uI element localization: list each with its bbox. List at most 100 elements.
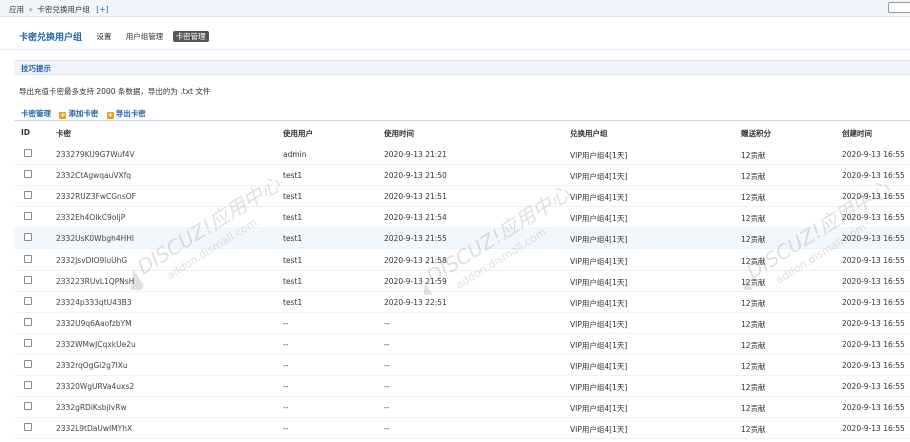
top-search-input[interactable] (888, 2, 910, 13)
table-row: 2332RUZ3FwCGnsOF test1 2020-9-13 21:51 VIP用… (14, 185, 910, 208)
table-row: 2332CtAgwqauVXfq test1 2020-9-13 21:50 VIP用… (14, 164, 910, 187)
bonus-points: 12贡献 (741, 151, 766, 160)
table-header: ID 卡密 使用用户 使用时间 兑换用户组 赠送积分 创建时间 (0, 121, 910, 143)
card-code: 23324p333qtU43B3 (56, 297, 132, 307)
usergroup: VIP用户组4[1天] (570, 235, 628, 245)
row-checkbox[interactable] (24, 338, 32, 347)
created-time: 2020-9-13 16:55 (842, 234, 905, 244)
created-time: 2020-9-13 16:55 (842, 297, 905, 307)
used-by-user: test1 (283, 234, 303, 244)
card-code: 2332RUZ3FwCGnsOF (56, 192, 136, 202)
bonus-points: 12贡献 (741, 319, 766, 329)
section-title: 卡密管理 (21, 109, 51, 118)
row-checkbox[interactable] (24, 317, 32, 326)
usergroup: VIP用户组4[1天] (570, 214, 628, 224)
header-code: 卡密 (56, 129, 71, 138)
tips-title: 技巧提示 (21, 64, 51, 73)
used-time: -- (384, 318, 390, 328)
add-to-favorites-link[interactable]: [+] (96, 5, 108, 14)
card-code: 233223RUvL1QPNsH (56, 276, 135, 286)
usergroup: VIP用户组4[1天] (570, 319, 628, 329)
bonus-points: 12贡献 (741, 277, 766, 287)
row-checkbox[interactable] (24, 275, 32, 284)
add-card-button[interactable]: + 添加卡密 (59, 109, 99, 119)
plus-icon: + (106, 111, 114, 119)
used-by-user: -- (283, 339, 289, 349)
table-row: 2332U9q6AaofzbYM -- -- VIP用户组4[1天] 12贡献 2020-… (14, 312, 910, 334)
header-user: 使用用户 (283, 129, 313, 138)
used-time: -- (384, 403, 390, 413)
created-time: 2020-9-13 16:55 (842, 403, 905, 413)
header-points: 赠送积分 (741, 129, 771, 138)
created-time: 2020-9-13 16:55 (842, 318, 905, 328)
page-header: 卡密兑换用户组 设置 用户组管理 卡密管理 (19, 30, 209, 44)
card-code: 2332gRDiKsbjIvRw (56, 403, 127, 413)
breadcrumb: 应用 » 卡密兑换用户组 [+] (9, 4, 108, 15)
created-time: 2020-9-13 16:55 (842, 192, 905, 202)
table-row: 2332L9tDaUwIMYhX -- -- VIP用户组4[1天] 12贡献 2020-… (14, 417, 910, 440)
row-checkbox[interactable] (24, 233, 32, 242)
header-id: ID (21, 128, 31, 137)
usergroup: VIP用户组4[1天] (570, 256, 628, 266)
created-time: 2020-9-13 16:55 (842, 255, 905, 265)
used-time: 2020-9-13 21:55 (384, 234, 447, 244)
usergroup: VIP用户组4[1天] (570, 151, 628, 160)
bonus-points: 12贡献 (741, 383, 766, 393)
used-by-user: -- (283, 403, 289, 413)
usergroup: VIP用户组4[1天] (570, 277, 628, 287)
used-time: -- (384, 424, 390, 434)
usergroup: VIP用户组4[1天] (570, 425, 628, 435)
used-by-user: test1 (283, 192, 303, 202)
add-card-label: 添加卡密 (68, 109, 99, 118)
used-time: 2020-9-13 22:51 (384, 297, 447, 307)
nav-usergroup-manage[interactable]: 用户组管理 (126, 32, 164, 41)
used-by-user: admin (283, 150, 307, 159)
used-by-user: -- (283, 361, 289, 370)
row-checkbox[interactable] (24, 360, 32, 368)
row-checkbox[interactable] (24, 296, 32, 305)
nav-card-manage[interactable]: 卡密管理 (172, 31, 209, 42)
section-header: 卡密管理 + 添加卡密 + 导出卡密 (21, 108, 146, 119)
card-code: 2332L9tDaUwIMYhX (56, 424, 133, 434)
used-time: 2020-9-13 21:58 (384, 255, 447, 265)
used-by-user: test1 (283, 297, 303, 307)
used-time: 2020-9-13 21:51 (384, 192, 447, 202)
used-by-user: test1 (283, 276, 303, 286)
used-by-user: -- (283, 382, 289, 392)
card-code: 2332JsvDIO9luUhG (56, 255, 128, 265)
row-checkbox[interactable] (24, 254, 32, 263)
used-time: -- (384, 361, 390, 370)
table-row: 23324p333qtU43B3 test1 2020-9-13 22:51 VIP用… (14, 291, 910, 313)
row-checkbox[interactable] (24, 170, 32, 179)
usergroup: VIP用户组4[1天] (570, 193, 628, 203)
header-group: 兑换用户组 (570, 129, 608, 138)
card-code: 2332CtAgwqauVXfq (56, 171, 132, 181)
breadcrumb-current: 卡密兑换用户组 (37, 5, 90, 14)
table-row: 233223RUvL1QPNsH test1 2020-9-13 21:59 VIP用… (14, 270, 910, 292)
bonus-points: 12贡献 (741, 193, 766, 203)
table-row: 2332gRDiKsbjIvRw -- -- VIP用户组4[1天] 12贡献 2020-… (14, 396, 910, 419)
table-row: 2332Eh4OIkC9oIjP test1 2020-9-13 21:54 VIP用… (14, 206, 910, 229)
bonus-points: 12贡献 (741, 214, 766, 224)
row-checkbox[interactable] (24, 381, 32, 390)
row-checkbox[interactable] (24, 402, 32, 411)
breadcrumb-separator: » (28, 5, 33, 14)
row-checkbox[interactable] (24, 212, 32, 221)
used-time: 2020-9-13 21:50 (384, 171, 447, 181)
nav-settings[interactable]: 设置 (96, 32, 111, 41)
table-row: 23320WgURVa4uxs2 -- -- VIP用户组4[1天] 12贡献 2020-… (14, 375, 910, 398)
usergroup: VIP用户组4[1天] (570, 404, 628, 414)
table-row: 233279KU9G7Wuf4V admin 2020-9-13 21:21 VIP用… (14, 143, 910, 165)
row-checkbox[interactable] (24, 191, 32, 200)
created-time: 2020-9-13 16:55 (842, 424, 905, 434)
card-code: 2332U9q6AaofzbYM (56, 318, 132, 328)
bonus-points: 12贡献 (741, 340, 766, 350)
breadcrumb-app-link[interactable]: 应用 (9, 5, 24, 14)
export-card-button[interactable]: + 导出卡密 (106, 109, 146, 119)
card-code: 2332UsK0Wbgh4HHl (56, 234, 134, 244)
export-card-label: 导出卡密 (115, 109, 146, 118)
created-time: 2020-9-13 16:55 (842, 339, 905, 349)
row-checkbox[interactable] (24, 423, 32, 432)
header-created: 创建时间 (842, 129, 872, 138)
row-checkbox[interactable] (24, 149, 32, 157)
